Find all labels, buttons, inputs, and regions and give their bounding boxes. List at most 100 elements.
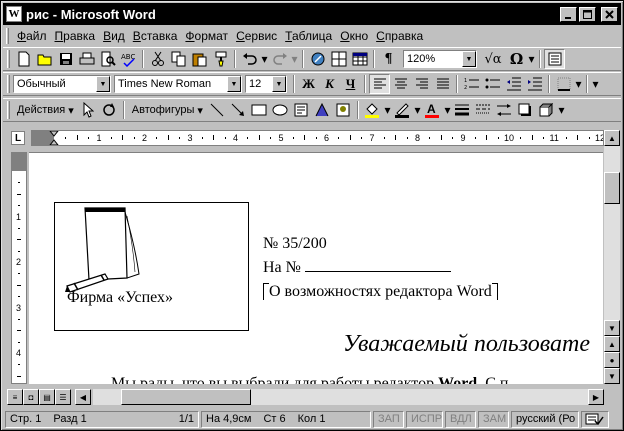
free-rotate-icon[interactable]	[99, 100, 120, 120]
line-icon[interactable]	[207, 100, 228, 120]
borders-icon[interactable]	[553, 74, 574, 94]
style-select[interactable]: Обычный ▼	[13, 75, 111, 93]
font-color-icon[interactable]: A	[422, 100, 443, 120]
print-icon[interactable]	[76, 49, 97, 69]
save-icon[interactable]	[55, 49, 76, 69]
status-overtype[interactable]: ЗАМ	[478, 410, 509, 428]
toolbar-options-icon[interactable]: ▾	[527, 49, 536, 69]
menu-format[interactable]: Формат	[181, 27, 232, 45]
align-center-icon[interactable]	[390, 74, 411, 94]
scroll-up-icon[interactable]: ▲	[604, 130, 620, 146]
wordart-icon[interactable]	[312, 100, 333, 120]
hyperlink-icon[interactable]	[307, 49, 328, 69]
vertical-scroll-thumb[interactable]	[604, 172, 620, 204]
toolbar-options-icon[interactable]: ▾	[591, 74, 600, 94]
font-select[interactable]: Times New Roman ▼	[114, 75, 242, 93]
status-track-changes[interactable]: ИСПР	[406, 410, 443, 428]
arrow-icon[interactable]	[228, 100, 249, 120]
paste-icon[interactable]	[189, 49, 210, 69]
underline-button[interactable]: Ч	[340, 74, 361, 94]
ruler-indent-markers[interactable]	[32, 131, 604, 145]
redo-icon[interactable]	[269, 49, 290, 69]
justify-icon[interactable]	[432, 74, 453, 94]
align-right-icon[interactable]	[411, 74, 432, 94]
toolbar-grip[interactable]	[7, 50, 10, 68]
dash-style-icon[interactable]	[473, 100, 494, 120]
spelling-icon[interactable]: ABC	[118, 49, 139, 69]
italic-button[interactable]: К	[319, 74, 340, 94]
select-browse-object-icon[interactable]: ●	[604, 352, 620, 368]
font-color-dropdown-icon[interactable]: ▾	[443, 100, 452, 120]
numbered-list-icon[interactable]: 12	[461, 74, 482, 94]
scroll-right-icon[interactable]: ▶	[588, 389, 604, 405]
chevron-down-icon[interactable]: ▼	[462, 51, 476, 67]
document-page[interactable]: Фирма «Успех» № 35/200 На № О возможност…	[29, 152, 603, 384]
chevron-down-icon[interactable]: ▼	[272, 76, 286, 92]
print-preview-icon[interactable]	[97, 49, 118, 69]
chevron-down-icon[interactable]: ▼	[227, 76, 241, 92]
font-size-select[interactable]: 12 ▼	[245, 75, 287, 93]
copy-icon[interactable]	[168, 49, 189, 69]
insert-symbol-icon[interactable]: Ω	[506, 49, 527, 69]
fill-color-dropdown-icon[interactable]: ▾	[383, 100, 392, 120]
previous-page-icon[interactable]: ▲	[604, 336, 620, 352]
toolbar-grip[interactable]	[7, 101, 10, 119]
normal-view-icon[interactable]: ≡	[7, 389, 23, 405]
tables-borders-icon[interactable]	[328, 49, 349, 69]
redo-dropdown-icon[interactable]: ▾	[290, 49, 299, 69]
undo-icon[interactable]	[239, 49, 260, 69]
arrow-style-icon[interactable]	[494, 100, 515, 120]
close-button[interactable]	[601, 6, 618, 22]
menu-help[interactable]: Справка	[372, 27, 427, 45]
web-view-icon[interactable]: ◘	[23, 389, 39, 405]
vertical-scrollbar[interactable]: ▲ ▼ ▲ ● ▼	[604, 130, 620, 384]
borders-dropdown-icon[interactable]: ▾	[574, 74, 583, 94]
shadow-style-icon[interactable]	[515, 100, 536, 120]
text-box-icon[interactable]	[291, 100, 312, 120]
menu-file[interactable]: Файл	[13, 27, 51, 45]
status-language[interactable]: русский (Ро	[511, 410, 579, 428]
status-page-info[interactable]: Стр. 1 Разд 1 1/1	[5, 410, 199, 428]
logo-frame[interactable]	[54, 202, 249, 331]
status-position-info[interactable]: На 4,9см Ст 6 Кол 1	[201, 410, 371, 428]
menu-view[interactable]: Вид	[99, 27, 129, 45]
status-record[interactable]: ЗАП	[373, 410, 404, 428]
menu-table[interactable]: Таблица	[281, 27, 336, 45]
line-style-icon[interactable]	[452, 100, 473, 120]
cut-icon[interactable]	[147, 49, 168, 69]
show-formatting-icon[interactable]: ¶	[378, 49, 399, 69]
menu-grip[interactable]	[6, 28, 9, 44]
next-page-icon[interactable]: ▼	[604, 368, 620, 384]
print-layout-icon[interactable]: ▤	[39, 389, 55, 405]
menu-insert[interactable]: Вставка	[129, 27, 182, 45]
tab-selector[interactable]: L	[11, 131, 25, 145]
vertical-ruler[interactable]: 1 2 3 4	[11, 152, 27, 384]
menu-tools[interactable]: Сервис	[232, 27, 281, 45]
rectangle-icon[interactable]	[249, 100, 270, 120]
word-app-icon[interactable]: W	[6, 6, 22, 22]
line-color-icon[interactable]	[392, 100, 413, 120]
spelling-status-icon[interactable]	[581, 410, 609, 428]
decrease-indent-icon[interactable]	[503, 74, 524, 94]
increase-indent-icon[interactable]	[524, 74, 545, 94]
3d-style-icon[interactable]	[536, 100, 557, 120]
new-document-icon[interactable]	[13, 49, 34, 69]
horizontal-ruler[interactable]: 123456789101112	[31, 130, 604, 146]
horizontal-scrollbar[interactable]	[93, 389, 588, 405]
line-color-dropdown-icon[interactable]: ▾	[413, 100, 422, 120]
draw-actions-menu[interactable]: Действия ▾	[13, 100, 78, 120]
chevron-down-icon[interactable]: ▼	[96, 76, 110, 92]
toolbar-grip[interactable]	[7, 75, 10, 93]
restore-button[interactable]	[579, 6, 596, 22]
menu-window[interactable]: Окно	[336, 27, 372, 45]
autoshapes-menu[interactable]: Автофигуры ▾	[128, 100, 207, 120]
bulleted-list-icon[interactable]	[482, 74, 503, 94]
horizontal-scroll-thumb[interactable]	[121, 389, 251, 405]
undo-dropdown-icon[interactable]: ▾	[260, 49, 269, 69]
outline-view-icon[interactable]: ☰	[55, 389, 71, 405]
scroll-left-icon[interactable]: ◀	[75, 389, 91, 405]
formula-icon[interactable]: √α	[480, 49, 506, 69]
align-left-icon[interactable]	[369, 74, 390, 94]
fill-color-icon[interactable]	[362, 100, 383, 120]
toolbar-options-icon[interactable]: ▾	[557, 100, 566, 120]
